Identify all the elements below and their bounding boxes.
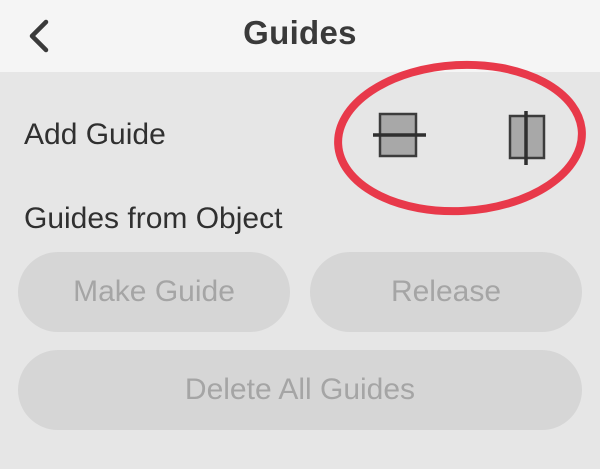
add-vertical-guide-button[interactable] xyxy=(502,110,550,166)
add-guide-label: Add Guide xyxy=(24,118,166,151)
make-guide-button[interactable]: Make Guide xyxy=(18,252,290,332)
guides-from-object-label: Guides from Object xyxy=(24,202,283,235)
delete-all-guides-button[interactable]: Delete All Guides xyxy=(18,350,582,430)
vertical-guide-icon xyxy=(508,111,546,165)
release-button[interactable]: Release xyxy=(310,252,582,332)
header-bar: Guides xyxy=(0,0,600,72)
page-title: Guides xyxy=(243,14,357,51)
add-horizontal-guide-button[interactable] xyxy=(372,110,428,162)
horizontal-guide-icon xyxy=(373,112,426,158)
